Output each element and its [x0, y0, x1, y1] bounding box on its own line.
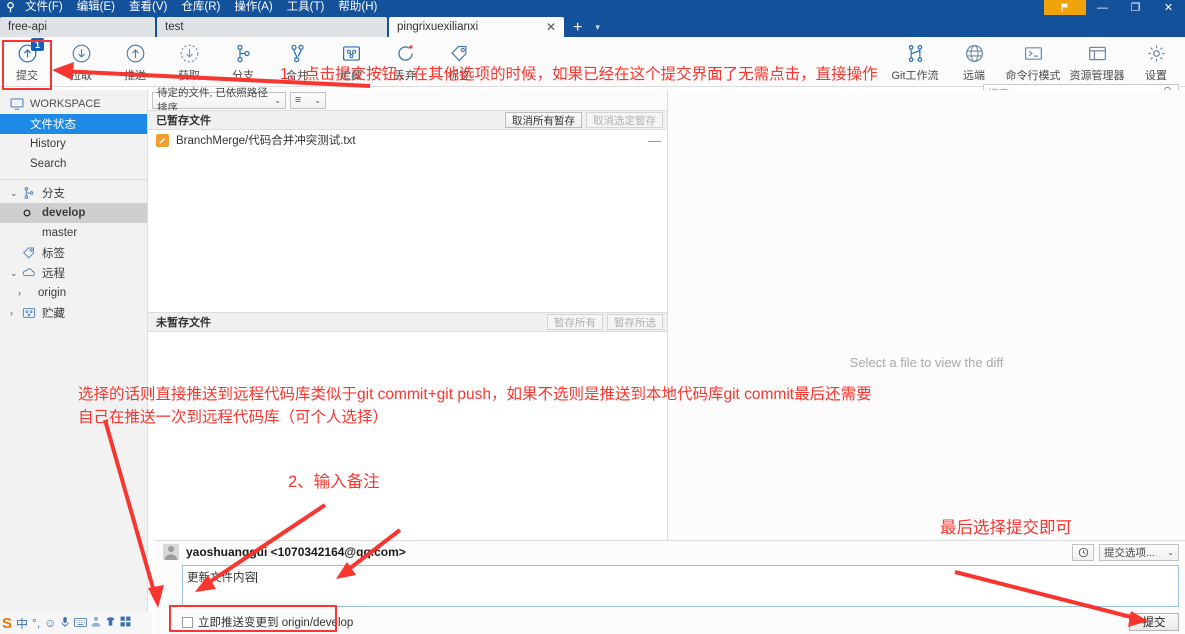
annotation-step2: 2、输入备注 — [288, 473, 380, 491]
annotation-step3: 最后选择提交即可 — [940, 519, 1072, 537]
annotation-step1: 1、点击提交按钮，在其他选项的时候，如果已经在这个提交界面了无需点击，直接操作 — [280, 66, 878, 83]
annotation-arrow-step3 — [954, 570, 1148, 627]
annotation-push-note-line2: 自己在推送一次到远程代码库（可个人选择） — [78, 409, 389, 426]
annotation-push-note-line1: 选择的话则直接推送到远程代码库类似于git commit+git push，如果… — [78, 386, 872, 403]
